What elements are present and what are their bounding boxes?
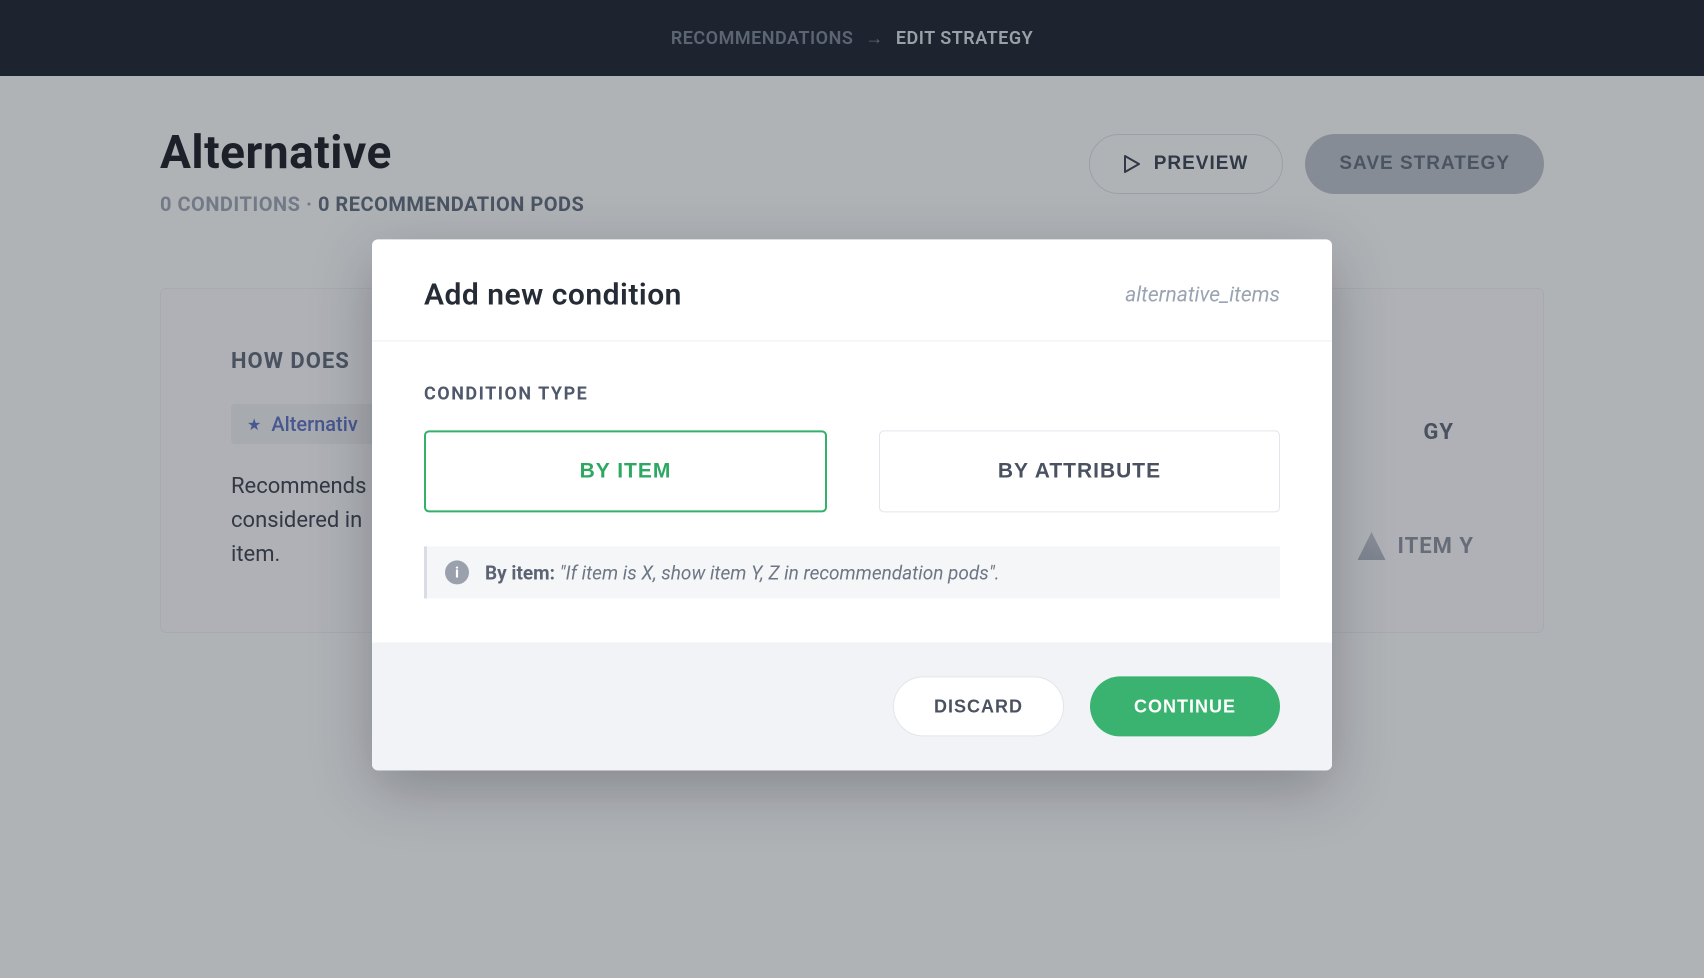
modal-header: Add new condition alternative_items: [372, 239, 1332, 341]
modal-body: CONDITION TYPE BY ITEM BY ATTRIBUTE i By…: [372, 341, 1332, 642]
info-panel: i By item: "If item is X, show item Y, Z…: [424, 546, 1280, 598]
modal-footer: DISCARD CONTINUE: [372, 642, 1332, 770]
info-icon: i: [445, 560, 469, 584]
option-by-attribute[interactable]: BY ATTRIBUTE: [879, 430, 1280, 512]
info-prefix: By item:: [485, 561, 555, 584]
option-by-item[interactable]: BY ITEM: [424, 430, 827, 512]
info-example: "If item is X, show item Y, Z in recomme…: [560, 561, 1000, 584]
continue-button[interactable]: CONTINUE: [1090, 676, 1280, 736]
modal-title: Add new condition: [424, 277, 682, 312]
condition-type-label: CONDITION TYPE: [424, 383, 1280, 404]
modal-slug: alternative_items: [1125, 283, 1280, 307]
discard-button[interactable]: DISCARD: [893, 676, 1064, 736]
add-condition-modal: Add new condition alternative_items COND…: [372, 239, 1332, 770]
